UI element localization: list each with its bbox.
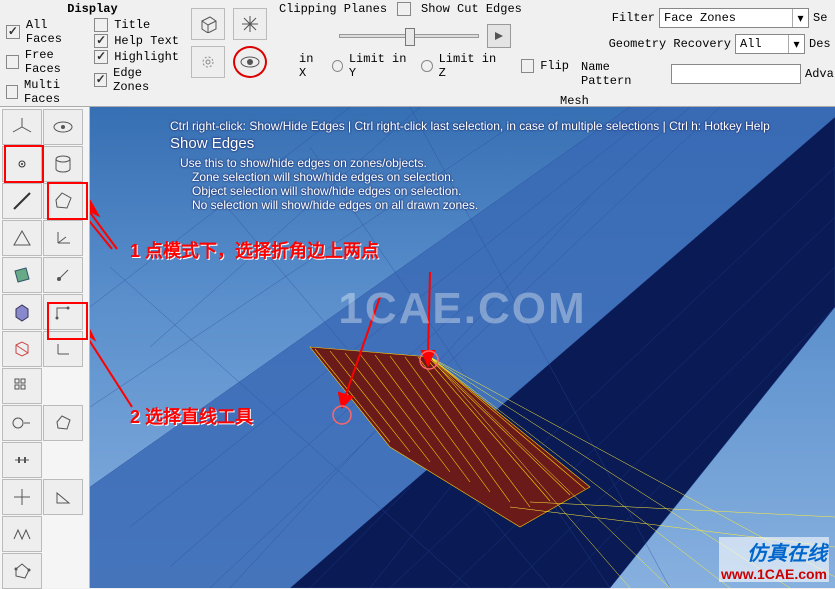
- display-title: Display: [6, 2, 179, 16]
- tool-zigzag-icon[interactable]: [2, 516, 42, 552]
- watermark: 1CAE.COM: [338, 284, 586, 334]
- mesh-section-label: Mesh: [560, 93, 835, 107]
- radio-limit-x[interactable]: [332, 60, 343, 72]
- radio-limit-y[interactable]: [421, 60, 432, 72]
- tool-angle-icon[interactable]: [43, 479, 83, 515]
- tool-mesh-icon[interactable]: [2, 331, 42, 367]
- geom-combo[interactable]: All▾: [735, 34, 805, 54]
- clipping-title: Clipping Planes: [279, 2, 387, 16]
- filter-section: Filter Face Zones▾ Se Geometry Recovery …: [575, 0, 835, 106]
- clip-slider[interactable]: [339, 34, 479, 38]
- icon-cluster: [185, 0, 273, 106]
- annotation-2: 2 选择直线工具: [130, 403, 253, 429]
- chevron-down-icon: ▾: [788, 35, 804, 53]
- chevron-down-icon: ▾: [792, 9, 808, 27]
- deselect-button[interactable]: Des: [809, 37, 831, 51]
- tool-plane-icon[interactable]: [2, 257, 42, 293]
- workspace: Ctrl right-click: Show/Hide Edges | Ctrl…: [0, 107, 835, 588]
- tool-move-icon[interactable]: [2, 479, 42, 515]
- tool-line-icon[interactable]: [2, 183, 42, 219]
- chk-edge-zones[interactable]: [94, 73, 107, 87]
- left-toolbar: [0, 107, 90, 588]
- tool-polygon-select-icon[interactable]: [43, 183, 83, 219]
- chk-highlight[interactable]: [94, 50, 108, 64]
- tool-grid-icon[interactable]: [2, 368, 42, 404]
- tool-divide-icon[interactable]: [2, 442, 42, 478]
- tool-cylinder-icon[interactable]: [43, 146, 83, 182]
- tool-eye-icon[interactable]: [43, 109, 83, 145]
- chk-title[interactable]: [94, 18, 108, 32]
- tool-box-icon[interactable]: [2, 294, 42, 330]
- chk-all-faces[interactable]: [6, 25, 20, 39]
- tool-axis2-icon[interactable]: [43, 331, 83, 367]
- tool-axis-small-icon[interactable]: [43, 220, 83, 256]
- chk-flip[interactable]: [521, 59, 534, 73]
- viewport[interactable]: Ctrl right-click: Show/Hide Edges | Ctrl…: [90, 107, 835, 588]
- tool-snap-icon[interactable]: [43, 257, 83, 293]
- clipping-section: Clipping Planes Show Cut Edges in X Limi…: [273, 0, 575, 106]
- chk-multi-faces[interactable]: [6, 85, 18, 99]
- annotation-1: 1 点模式下，选择折角边上两点: [130, 237, 379, 263]
- eye-icon[interactable]: [233, 46, 267, 78]
- tool-corner-icon[interactable]: [43, 294, 83, 330]
- top-panel: Display All Faces Free Faces Multi Faces…: [0, 0, 835, 107]
- filter-combo[interactable]: Face Zones▾: [659, 8, 809, 28]
- tool-motion-icon[interactable]: [2, 405, 42, 441]
- display-section: Display All Faces Free Faces Multi Faces…: [0, 0, 185, 106]
- tool-lasso-poly-icon[interactable]: [2, 553, 42, 589]
- burst-icon[interactable]: [233, 8, 267, 40]
- tool-triangle-icon[interactable]: [2, 220, 42, 256]
- name-pattern-input[interactable]: [671, 64, 801, 84]
- chk-help-text[interactable]: [94, 34, 108, 48]
- select-button[interactable]: Se: [813, 11, 831, 25]
- advanced-button[interactable]: Adva: [805, 67, 831, 81]
- logo-overlay: 仿真在线 www.1CAE.com: [719, 537, 829, 582]
- tool-axes-icon[interactable]: [2, 109, 42, 145]
- gear-icon[interactable]: [191, 46, 225, 78]
- chk-free-faces[interactable]: [6, 55, 19, 69]
- chk-show-cut[interactable]: [397, 2, 411, 16]
- cube-icon[interactable]: [191, 8, 225, 40]
- hint-overlay: Ctrl right-click: Show/Hide Edges | Ctrl…: [170, 119, 770, 212]
- play-button[interactable]: [487, 24, 511, 48]
- tool-point-mode[interactable]: [2, 146, 42, 182]
- tool-poly2-icon[interactable]: [43, 405, 83, 441]
